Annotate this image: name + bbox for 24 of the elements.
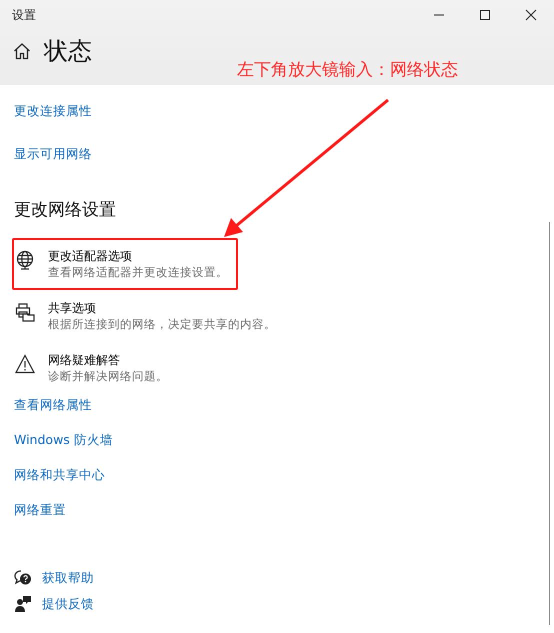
annotation-text: 左下角放大镜输入：网络状态 bbox=[237, 59, 458, 81]
window-title: 设置 bbox=[12, 6, 36, 24]
home-icon[interactable] bbox=[13, 42, 31, 60]
section-heading: 更改网络设置 bbox=[14, 199, 116, 222]
option-title[interactable]: 网络疑难解答 bbox=[48, 352, 168, 368]
option-description: 查看网络适配器并更改连接设置。 bbox=[48, 264, 228, 280]
link[interactable]: 网络重置 bbox=[14, 500, 66, 520]
person-feedback-icon bbox=[15, 596, 31, 612]
link[interactable]: Windows 防火墙 bbox=[14, 430, 113, 450]
link[interactable]: 查看网络属性 bbox=[14, 395, 92, 415]
page-title: 状态 bbox=[44, 36, 92, 67]
link[interactable]: 网络和共享中心 bbox=[14, 465, 105, 485]
help-chat-icon bbox=[14, 570, 32, 586]
globe-icon bbox=[15, 250, 35, 270]
option-description: 诊断并解决网络问题。 bbox=[48, 368, 168, 384]
printer-folder-icon bbox=[15, 302, 35, 322]
option-title[interactable]: 更改适配器选项 bbox=[48, 248, 228, 264]
link[interactable]: 提供反馈 bbox=[42, 594, 94, 614]
link[interactable]: 更改连接属性 bbox=[14, 101, 92, 121]
link[interactable]: 显示可用网络 bbox=[14, 144, 92, 164]
option-description: 根据所连接到的网络，决定要共享的内容。 bbox=[48, 316, 276, 332]
link[interactable]: 获取帮助 bbox=[42, 568, 94, 588]
option-title[interactable]: 共享选项 bbox=[48, 300, 276, 316]
warning-icon bbox=[15, 354, 35, 374]
